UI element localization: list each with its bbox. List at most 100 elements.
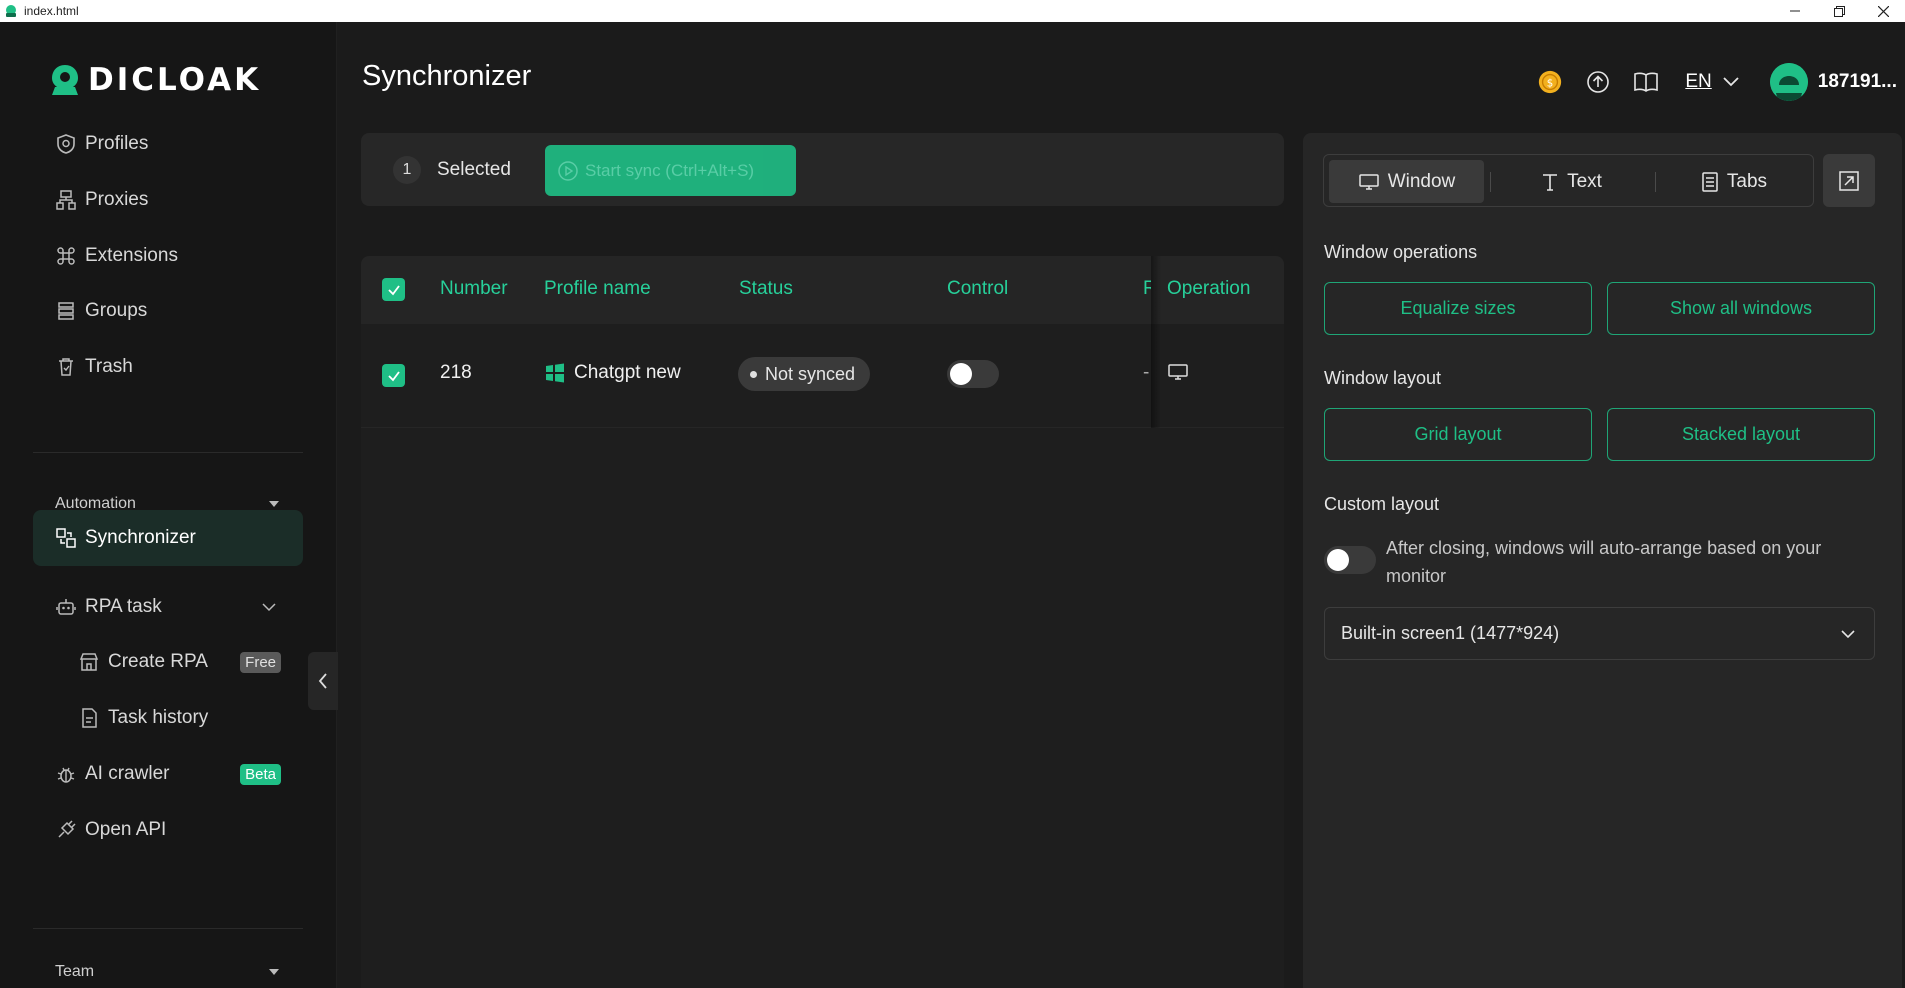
sidebar-item-label: RPA task: [85, 596, 162, 617]
chevron-left-icon: [318, 673, 327, 689]
column-header-control[interactable]: Control: [947, 278, 1008, 300]
sidebar-item-ai-crawler[interactable]: AI crawler Beta: [33, 746, 303, 802]
sidebar-item-task-history[interactable]: Task history: [56, 690, 303, 746]
language-select[interactable]: EN: [1685, 71, 1739, 93]
app-icon: [6, 5, 16, 17]
sync-settings-panel: Window Text Tabs Window operations Equal…: [1303, 133, 1902, 988]
column-header-profile-name[interactable]: Profile name: [544, 278, 651, 300]
sidebar-item-create-rpa[interactable]: Create RPA Free: [56, 634, 303, 690]
show-all-windows-button[interactable]: Show all windows: [1607, 282, 1875, 335]
row-checkbox[interactable]: [382, 364, 405, 387]
chevron-down-icon: [262, 603, 276, 612]
column-header-number[interactable]: Number: [440, 278, 508, 300]
caret-down-icon: [269, 501, 279, 507]
coin-icon[interactable]: $: [1537, 69, 1563, 95]
grid-layout-button[interactable]: Grid layout: [1324, 408, 1592, 461]
upload-icon[interactable]: [1585, 69, 1611, 95]
table-header: Number Profile name Status Control R Ope…: [361, 256, 1284, 324]
check-icon: [387, 284, 400, 295]
status-text: Not synced: [765, 363, 856, 384]
window-layout-heading: Window layout: [1324, 368, 1442, 388]
sidebar-item-label: Task history: [108, 707, 209, 728]
sidebar: DICLOAK Profiles Proxies Extensions Grou…: [0, 22, 338, 988]
book-icon[interactable]: [1633, 69, 1659, 95]
tab-label: Window: [1387, 170, 1456, 192]
monitor-icon: [1168, 364, 1188, 380]
tab-label: Text: [1567, 170, 1602, 192]
sidebar-item-profiles[interactable]: Profiles: [33, 116, 303, 172]
language-label: EN: [1685, 71, 1712, 92]
profiles-table: Number Profile name Status Control R Ope…: [361, 256, 1284, 988]
minimize-button[interactable]: [1773, 0, 1817, 22]
table-row[interactable]: 218 Chatgpt new Not synced -: [361, 324, 1284, 428]
sidebar-item-label: Groups: [85, 300, 148, 321]
row-profile-name[interactable]: Chatgpt new: [544, 362, 681, 384]
sidebar-item-trash[interactable]: Trash: [33, 339, 303, 395]
equalize-sizes-button[interactable]: Equalize sizes: [1324, 282, 1592, 335]
windows-icon: [546, 363, 564, 383]
start-sync-button[interactable]: Start sync (Ctrl+Alt+S): [545, 145, 796, 196]
row-r-value: -: [1143, 362, 1150, 383]
stacked-layout-button[interactable]: Stacked layout: [1607, 408, 1875, 461]
sidebar-item-label: Extensions: [85, 245, 178, 266]
sticky-column-shadow: [1151, 256, 1161, 428]
custom-layout-heading: Custom layout: [1324, 494, 1440, 514]
custom-layout-toggle[interactable]: [1324, 546, 1376, 574]
team-label: Team: [55, 963, 95, 980]
document-icon: [82, 708, 97, 728]
open-window-button[interactable]: [1167, 362, 1189, 388]
popout-button[interactable]: [1823, 154, 1875, 207]
command-icon: [57, 247, 75, 265]
sidebar-item-label: Trash: [85, 356, 133, 377]
toggle-knob: [1327, 549, 1349, 571]
tab-tabs[interactable]: Tabs: [1659, 160, 1809, 203]
close-button[interactable]: [1861, 0, 1905, 22]
window-title: index.html: [24, 4, 79, 18]
trash-icon: [59, 358, 73, 376]
sidebar-item-open-api[interactable]: Open API: [33, 802, 303, 858]
synchronizer-icon: [56, 528, 76, 548]
network-icon: [56, 190, 76, 210]
beta-badge: Beta: [240, 763, 281, 785]
screen-select[interactable]: Built-in screen1 (1477*924): [1324, 607, 1875, 660]
window-titlebar: index.html: [0, 0, 1905, 22]
avatar[interactable]: [1769, 63, 1808, 101]
check-icon: [387, 370, 400, 381]
store-icon: [79, 653, 99, 671]
sidebar-divider: [33, 452, 303, 453]
screen-select-value: Built-in screen1 (1477*924): [1341, 623, 1560, 643]
tab-window[interactable]: Window: [1329, 160, 1484, 203]
selected-count: 1: [393, 156, 421, 184]
column-header-operation[interactable]: Operation: [1167, 278, 1250, 300]
tab-text[interactable]: Text: [1494, 160, 1649, 203]
restore-button[interactable]: [1817, 0, 1861, 22]
custom-layout-description: After closing, windows will auto-arrange…: [1386, 538, 1822, 586]
plug-icon: [58, 820, 76, 838]
sidebar-item-label: Open API: [85, 819, 167, 840]
control-toggle[interactable]: [947, 360, 999, 388]
username[interactable]: 187191...: [1818, 71, 1897, 93]
column-header-status[interactable]: Status: [739, 278, 793, 300]
sidebar-item-rpa-task[interactable]: RPA task: [33, 579, 303, 635]
page-title: Synchronizer: [362, 60, 532, 92]
toggle-knob: [950, 363, 972, 385]
sidebar-divider: [33, 928, 303, 929]
sidebar-item-label: Synchronizer: [85, 527, 196, 548]
sidebar-item-extensions[interactable]: Extensions: [33, 228, 303, 284]
sidebar-collapse-button[interactable]: [308, 652, 338, 710]
sidebar-item-synchronizer[interactable]: Synchronizer: [33, 510, 303, 566]
panel-tabs: Window Text Tabs: [1323, 154, 1814, 207]
select-all-checkbox[interactable]: [382, 278, 405, 301]
sidebar-item-proxies[interactable]: Proxies: [33, 172, 303, 228]
window-operations-heading: Window operations: [1324, 242, 1478, 262]
row-number: 218: [440, 362, 472, 383]
popout-icon: [1839, 170, 1859, 191]
svg-text:$: $: [1547, 79, 1554, 90]
column-header-r[interactable]: R: [1143, 278, 1151, 300]
chevron-down-icon: [1723, 77, 1739, 87]
sidebar-item-groups[interactable]: Groups: [33, 283, 303, 339]
monitor-icon: [1358, 173, 1379, 190]
selection-bar: 1 Selected Start sync (Ctrl+Alt+S): [361, 133, 1284, 206]
bug-icon: [57, 767, 75, 783]
team-section-toggle[interactable]: Team: [33, 952, 303, 988]
